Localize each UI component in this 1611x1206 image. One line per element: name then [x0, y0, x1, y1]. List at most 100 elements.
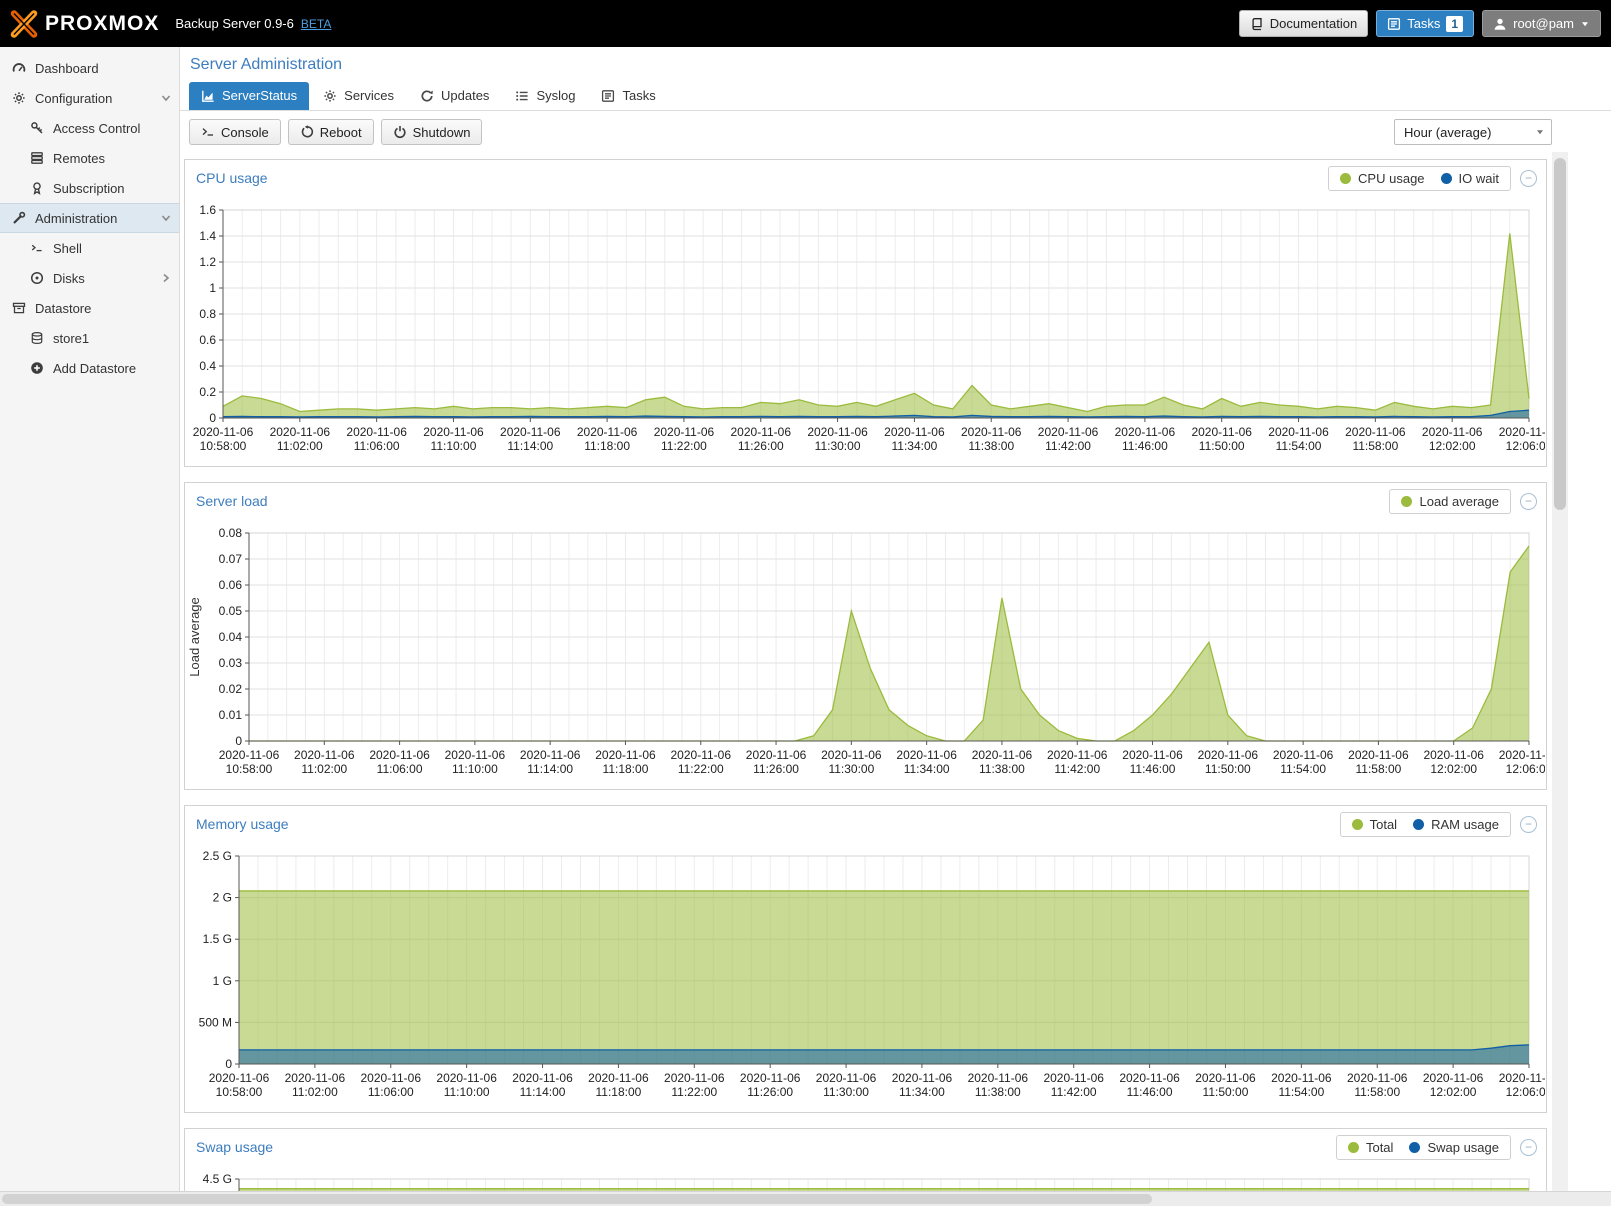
beta-link[interactable]: BETA — [301, 17, 331, 31]
brand-wordmark: PROXMOX — [45, 12, 159, 36]
svg-text:0.02: 0.02 — [219, 682, 243, 696]
svg-text:2020-11-06: 2020-11-06 — [1499, 748, 1545, 762]
legend-dot — [1352, 819, 1363, 830]
svg-text:Load average: Load average — [187, 597, 202, 677]
svg-text:0.05: 0.05 — [219, 604, 243, 618]
proxmox-backup-app: PROXMOX Backup Server 0.9-6 BETA Documen… — [0, 0, 1611, 1206]
svg-text:11:14:00: 11:14:00 — [520, 1085, 566, 1099]
svg-text:11:50:00: 11:50:00 — [1199, 439, 1245, 453]
header-actions: Documentation Tasks 1 root@pam — [1239, 10, 1601, 37]
legend-dot — [1340, 173, 1351, 184]
sidebar-item-configuration[interactable]: Configuration — [0, 83, 179, 113]
svg-text:2020-11-06: 2020-11-06 — [1347, 1071, 1408, 1085]
sidebar-item-store1[interactable]: store1 — [0, 323, 179, 353]
tab-updates[interactable]: Updates — [408, 82, 501, 110]
sidebar-item-add-datastore[interactable]: Add Datastore — [0, 353, 179, 383]
shutdown-button[interactable]: Shutdown — [381, 119, 483, 145]
svg-text:11:22:00: 11:22:00 — [671, 1085, 717, 1099]
legend-item[interactable]: RAM usage — [1413, 817, 1499, 832]
tab-label: Updates — [441, 88, 489, 103]
reboot-label: Reboot — [320, 125, 362, 140]
sidebar-item-administration[interactable]: Administration — [0, 203, 179, 233]
tab-tasks[interactable]: Tasks — [589, 82, 667, 110]
sidebar-item-subscription[interactable]: Subscription — [0, 173, 179, 203]
sidebar-item-datastore[interactable]: Datastore — [0, 293, 179, 323]
legend-item[interactable]: CPU usage — [1340, 171, 1424, 186]
legend-item[interactable]: Load average — [1401, 494, 1499, 509]
user-menu-button[interactable]: root@pam — [1482, 10, 1601, 37]
certificate-icon — [28, 181, 45, 195]
gears-icon — [10, 91, 27, 105]
svg-text:2020-11-06: 2020-11-06 — [1268, 425, 1329, 439]
svg-text:4.5 G: 4.5 G — [203, 1172, 232, 1186]
svg-text:2020-11-06: 2020-11-06 — [1273, 748, 1334, 762]
svg-text:2020-11-06: 2020-11-06 — [346, 425, 407, 439]
sidebar-item-shell[interactable]: Shell — [0, 233, 179, 263]
plus-circle-icon — [28, 361, 45, 375]
svg-text:2020-11-06: 2020-11-06 — [285, 1071, 346, 1085]
panel-header: CPU usage CPU usage IO wait − — [185, 160, 1546, 196]
horizontal-scrollbar[interactable] — [0, 1191, 1611, 1206]
svg-text:11:26:00: 11:26:00 — [747, 1085, 793, 1099]
sidebar-item-remotes[interactable]: Remotes — [0, 143, 179, 173]
vertical-scrollbar-thumb[interactable] — [1554, 158, 1566, 510]
legend-label: IO wait — [1459, 171, 1499, 186]
horizontal-scrollbar-thumb[interactable] — [2, 1194, 1152, 1204]
archive-box-icon — [10, 301, 27, 315]
collapse-panel-icon[interactable]: − — [1520, 170, 1537, 187]
svg-text:2020-11-06: 2020-11-06 — [423, 425, 484, 439]
legend-item[interactable]: Total — [1348, 1140, 1393, 1155]
sidebar-item-label: Remotes — [53, 151, 105, 166]
time-range-select[interactable]: Hour (average) — [1394, 119, 1552, 145]
svg-text:0.07: 0.07 — [219, 552, 243, 566]
proxmox-logo: PROXMOX — [10, 10, 159, 38]
svg-text:2020-11-06: 2020-11-06 — [595, 748, 656, 762]
tasks-button[interactable]: Tasks 1 — [1376, 10, 1474, 37]
legend-label: RAM usage — [1431, 817, 1499, 832]
svg-text:11:42:00: 11:42:00 — [1054, 762, 1100, 776]
collapse-panel-icon[interactable]: − — [1520, 493, 1537, 510]
console-button[interactable]: Console — [189, 119, 281, 145]
svg-text:2020-11-06: 2020-11-06 — [193, 425, 254, 439]
svg-text:11:26:00: 11:26:00 — [738, 439, 784, 453]
legend-dot — [1409, 1142, 1420, 1153]
legend-item[interactable]: Swap usage — [1409, 1140, 1499, 1155]
sidebar-item-disks[interactable]: Disks — [0, 263, 179, 293]
collapse-panel-icon[interactable]: − — [1520, 816, 1537, 833]
svg-text:11:34:00: 11:34:00 — [904, 762, 950, 776]
tab-services[interactable]: Services — [311, 82, 406, 110]
svg-text:11:18:00: 11:18:00 — [584, 439, 630, 453]
svg-text:2020-11-06: 2020-11-06 — [1195, 1071, 1256, 1085]
server-stack-icon — [28, 151, 45, 165]
legend-item[interactable]: Total — [1352, 817, 1397, 832]
swap-usage-panel: Swap usage Total Swap usage − 0500 M1 G1… — [184, 1128, 1547, 1191]
svg-text:11:34:00: 11:34:00 — [899, 1085, 945, 1099]
svg-text:2020-11-06: 2020-11-06 — [968, 1071, 1029, 1085]
svg-text:0.8: 0.8 — [199, 307, 216, 321]
svg-text:2020-11-06: 2020-11-06 — [1423, 748, 1484, 762]
tab-serverstatus[interactable]: ServerStatus — [189, 82, 309, 110]
documentation-button[interactable]: Documentation — [1239, 10, 1368, 37]
svg-text:2020-11-06: 2020-11-06 — [1499, 425, 1545, 439]
list-icon — [515, 89, 529, 103]
reboot-button[interactable]: Reboot — [288, 119, 374, 145]
svg-text:0.6: 0.6 — [199, 333, 216, 347]
svg-text:2020-11-06: 2020-11-06 — [892, 1071, 953, 1085]
legend-item[interactable]: IO wait — [1441, 171, 1499, 186]
documentation-label: Documentation — [1270, 16, 1357, 31]
tab-label: Tasks — [622, 88, 655, 103]
svg-text:1 G: 1 G — [213, 974, 232, 988]
svg-text:1.5 G: 1.5 G — [203, 932, 232, 946]
vertical-scrollbar[interactable] — [1552, 152, 1568, 1191]
legend-label: Total — [1366, 1140, 1393, 1155]
sidebar-item-label: Subscription — [53, 181, 125, 196]
collapse-panel-icon[interactable]: − — [1520, 1139, 1537, 1156]
svg-text:2 G: 2 G — [213, 891, 232, 905]
tab-syslog[interactable]: Syslog — [503, 82, 587, 110]
swap-usage-chart: 0500 M1 G1.5 G2 G2.5 G3 G3.5 G4 G4.5 G20… — [185, 1167, 1545, 1191]
svg-text:11:26:00: 11:26:00 — [753, 762, 799, 776]
sidebar-item-access-control[interactable]: Access Control — [0, 113, 179, 143]
sidebar-item-dashboard[interactable]: Dashboard — [0, 53, 179, 83]
gears-icon — [323, 89, 337, 103]
svg-text:2020-11-06: 2020-11-06 — [1499, 1071, 1545, 1085]
